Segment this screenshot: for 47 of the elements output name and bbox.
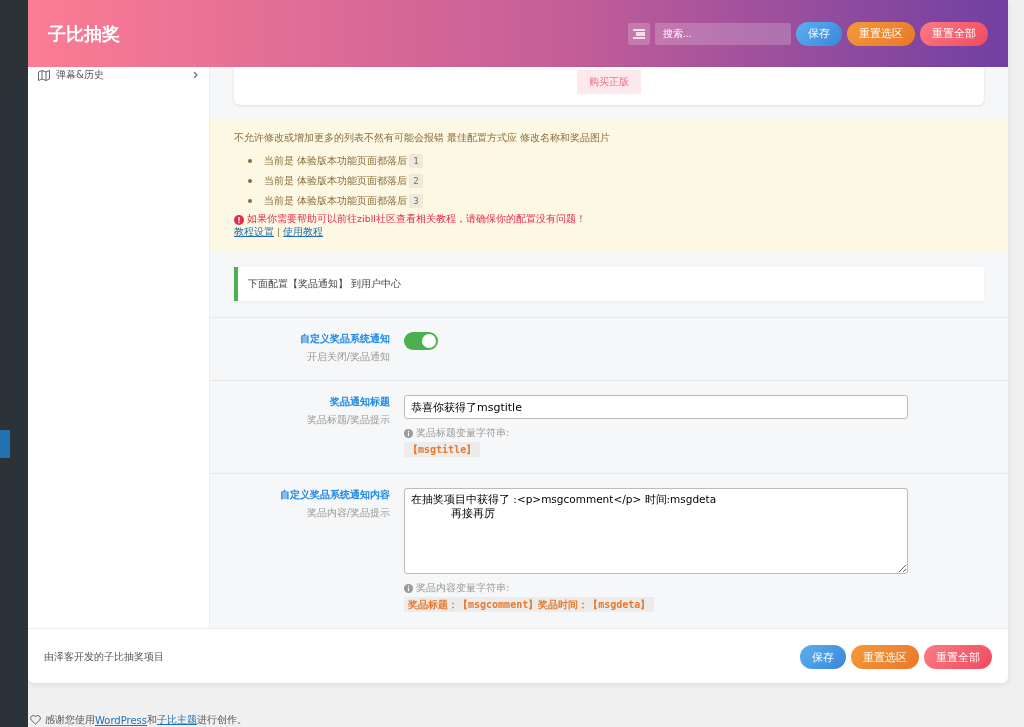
- list-icon[interactable]: [628, 22, 650, 45]
- list-item-text: 当前是 体验版本功能页面都落后: [264, 154, 408, 168]
- field-help: 奖品标题/奖品提示: [306, 413, 390, 427]
- textarea-field[interactable]: 在抽奖项目中获得了 :<p>msgcomment</p> 时间:msgdeta 再接再厉: [404, 488, 908, 574]
- tutorial-link[interactable]: 使用教程: [283, 226, 324, 237]
- code-snippet: 【msgtitle】: [404, 442, 481, 457]
- credit-text: 感谢您使用: [45, 713, 95, 727]
- hint-text: 奖品标题变量字符串:: [416, 426, 510, 440]
- number-badge: 3: [409, 194, 423, 208]
- field-label: 奖品通知标题: [330, 395, 390, 409]
- chevron-icon: [193, 71, 199, 79]
- footer-button[interactable]: 重置全部: [924, 645, 992, 669]
- hint-text: 奖品内容变量字符串:: [416, 581, 510, 595]
- footer-button[interactable]: 重置选区: [851, 645, 919, 669]
- number-badge: 1: [409, 154, 423, 168]
- info-icon: [404, 428, 413, 438]
- credit-text: 进行创作。: [197, 713, 248, 727]
- list-item-text: 当前是 体验版本功能页面都落后: [264, 174, 408, 188]
- number-badge: 2: [409, 174, 423, 188]
- field-label: 自定义奖品系统通知: [300, 332, 390, 346]
- alert-icon: [234, 214, 244, 225]
- footer-text: 由泽客开发的子比抽奖项目: [44, 650, 164, 664]
- code-snippet: 奖品标题：【msgcomment】奖品时间：【msgdeta】: [404, 597, 655, 612]
- header-button[interactable]: 保存: [796, 21, 842, 46]
- app-title: 子比抽奖: [48, 21, 120, 46]
- theme-link[interactable]: 子比主题: [157, 713, 198, 727]
- field-help: 开启关闭/奖品通知: [306, 350, 390, 364]
- list-item-text: 当前是 体验版本功能页面都落后: [264, 194, 408, 208]
- heart-icon: [30, 715, 41, 725]
- input-field[interactable]: 恭喜你获得了msgtitle: [404, 395, 908, 419]
- header-button[interactable]: 重置全部: [920, 21, 988, 46]
- link-separator: |: [277, 226, 281, 237]
- credit-text: 和: [147, 713, 158, 727]
- section-heading: 下面配置【奖品通知】 到用户中心: [234, 267, 984, 301]
- field-help: 奖品内容/奖品提示: [306, 506, 390, 520]
- info-icon: [404, 583, 413, 593]
- footer-button[interactable]: 保存: [800, 645, 846, 669]
- toggle-switch[interactable]: [404, 332, 438, 350]
- map-icon: [38, 69, 50, 81]
- notice-text: 不允许修改或增加更多的列表不然有可能会报错 最佳配置方式应 修改名称和奖品图片: [234, 131, 612, 145]
- header-button[interactable]: 重置选区: [847, 21, 915, 46]
- tutorial-link[interactable]: 教程设置: [234, 226, 274, 237]
- warning-text: 如果你需要帮助可以前往zibll社区查看相关教程，请确保你的配置没有问题！: [247, 213, 586, 226]
- field-label: 自定义奖品系统通知内容: [280, 488, 390, 502]
- buy-button[interactable]: 购买正版: [577, 70, 641, 94]
- sidebar-item[interactable]: 弹幕&历史: [28, 67, 209, 83]
- wordpress-link[interactable]: WordPress: [95, 714, 148, 726]
